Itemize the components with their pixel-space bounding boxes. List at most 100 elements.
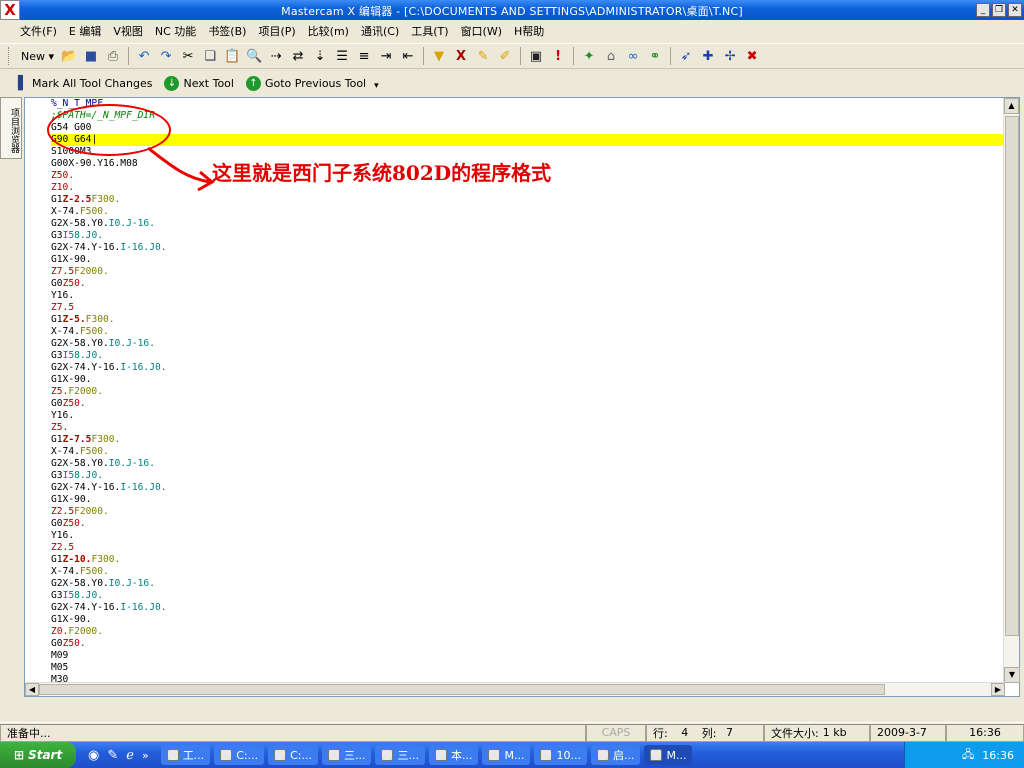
code-line[interactable]: G1Z-10.F300. — [51, 554, 1011, 566]
backplot-icon[interactable]: ✦ — [578, 46, 600, 66]
taskbar-button[interactable]: 10... — [534, 745, 587, 765]
code-line[interactable]: X-74.F500. — [51, 326, 1011, 338]
code-line[interactable]: M09 — [51, 650, 1011, 662]
code-line[interactable]: X-74.F500. — [51, 566, 1011, 578]
close-icon[interactable]: ✕ — [1008, 3, 1022, 17]
menu-project[interactable]: 项目(P) — [252, 23, 301, 39]
code-line[interactable]: G2X-74.Y-16.I-16.J0. — [51, 242, 1011, 254]
new-button[interactable]: New ▾ — [17, 50, 58, 63]
code-line[interactable]: G3I58.J0. — [51, 230, 1011, 242]
code-line[interactable]: X-74.F500. — [51, 446, 1011, 458]
code-line[interactable]: G0Z50. — [51, 398, 1011, 410]
replace-icon[interactable]: ⇄ — [287, 46, 309, 66]
indent-icon[interactable]: ⇥ — [375, 46, 397, 66]
menu-help[interactable]: H帮助 — [508, 23, 550, 39]
ie-icon[interactable]: ℯ — [126, 748, 134, 763]
horizontal-scroll-thumb[interactable] — [39, 684, 885, 695]
code-line[interactable]: G3I58.J0. — [51, 350, 1011, 362]
taskbar-button[interactable]: 启... — [590, 745, 641, 765]
vertical-scrollbar[interactable]: ▲ ▼ — [1003, 98, 1020, 683]
align-left-icon[interactable]: ☰ — [331, 46, 353, 66]
terminal-icon[interactable]: ▣ — [525, 46, 547, 66]
taskbar-button[interactable]: M... — [482, 745, 531, 765]
tool-delete-icon[interactable]: ✖ — [741, 46, 763, 66]
clock[interactable]: 16:36 — [982, 749, 1014, 762]
alert-icon[interactable]: ! — [547, 46, 569, 66]
tool-plus-icon[interactable]: ✚ — [697, 46, 719, 66]
code-line[interactable]: Z2.5F2000. — [51, 506, 1011, 518]
open-icon[interactable]: 📂 — [58, 46, 80, 66]
code-line[interactable]: G3I58.J0. — [51, 590, 1011, 602]
menu-edit[interactable]: E 编辑 — [63, 23, 107, 39]
network-icon[interactable]: 🖧 — [962, 746, 974, 765]
taskbar-button[interactable]: 三... — [321, 745, 372, 765]
find-icon[interactable]: 🔍 — [243, 46, 265, 66]
code-line[interactable]: G2X-58.Y0.I0.J-16. — [51, 578, 1011, 590]
menu-window[interactable]: 窗口(W) — [455, 23, 508, 39]
taskbar-button[interactable]: C:... — [268, 745, 318, 765]
undo-icon[interactable]: ↶ — [133, 46, 155, 66]
code-line[interactable]: Z5. — [51, 422, 1011, 434]
code-line[interactable]: G0Z50. — [51, 278, 1011, 290]
goto-line-icon[interactable]: ⇣ — [309, 46, 331, 66]
align-right-icon[interactable]: ≡ — [353, 46, 375, 66]
scroll-left-icon[interactable]: ◀ — [25, 683, 39, 696]
save-icon[interactable]: ■ — [80, 46, 102, 66]
chain-icon[interactable]: ⚭ — [644, 46, 666, 66]
code-line[interactable]: G3I58.J0. — [51, 470, 1011, 482]
menu-nc-functions[interactable]: NC 功能 — [149, 23, 202, 39]
code-line[interactable]: G0Z50. — [51, 638, 1011, 650]
code-line[interactable]: X-74.F500. — [51, 206, 1011, 218]
menu-compare[interactable]: 比较(m) — [302, 23, 355, 39]
project-browser-tab[interactable]: 项目浏览器 — [0, 97, 22, 159]
vertical-scroll-thumb[interactable] — [1005, 116, 1019, 636]
code-line[interactable]: Z7.5F2000. — [51, 266, 1011, 278]
code-line[interactable]: G2X-74.Y-16.I-16.J0. — [51, 602, 1011, 614]
restore-icon[interactable]: ❐ — [992, 3, 1006, 17]
title-bar[interactable]: X Mastercam X 编辑器 - [C:\DOCUMENTS AND SE… — [0, 0, 1024, 20]
highlight-icon[interactable]: ▼ — [428, 46, 450, 66]
code-line[interactable]: Z5.F2000. — [51, 386, 1011, 398]
scroll-down-icon[interactable]: ▼ — [1004, 667, 1020, 683]
menu-tools[interactable]: 工具(T) — [405, 23, 454, 39]
folder-compare-icon[interactable]: ✐ — [494, 46, 516, 66]
code-line[interactable]: %_N_T_MPF — [51, 98, 1011, 110]
toolbar-overflow-icon[interactable]: ▾ — [374, 81, 379, 91]
next-tool-button[interactable]: ↓ Next Tool — [160, 75, 238, 91]
folder-edit-icon[interactable]: ✎ — [472, 46, 494, 66]
code-line[interactable]: G2X-58.Y0.I0.J-16. — [51, 218, 1011, 230]
scroll-right-icon[interactable]: ▶ — [991, 683, 1005, 696]
find-next-icon[interactable]: ⇢ — [265, 46, 287, 66]
quicklaunch-icon[interactable]: ◉ — [88, 748, 99, 763]
mastercam-icon[interactable]: X — [450, 46, 472, 66]
horizontal-scrollbar[interactable]: ◀ ▶ — [25, 682, 1005, 696]
code-line[interactable]: G1X-90. — [51, 374, 1011, 386]
paste-icon[interactable]: 📋 — [221, 46, 243, 66]
code-line[interactable]: G2X-58.Y0.I0.J-16. — [51, 338, 1011, 350]
code-line[interactable]: G1X-90. — [51, 254, 1011, 266]
minimize-icon[interactable]: _ — [976, 3, 990, 17]
taskbar-button[interactable]: 三... — [375, 745, 425, 765]
code-line[interactable]: Y16. — [51, 290, 1011, 302]
cut-icon[interactable]: ✂ — [177, 46, 199, 66]
toolbar-grip[interactable] — [8, 47, 11, 65]
code-line[interactable]: ;$PATH=/_N_MPF_DIR — [51, 110, 1011, 122]
code-line[interactable]: G54 G00 — [51, 122, 1011, 134]
code-line[interactable]: M05 — [51, 662, 1011, 674]
taskbar-button[interactable]: 工... — [160, 745, 211, 765]
code-line[interactable]: Z0.F2000. — [51, 626, 1011, 638]
menu-bookmarks[interactable]: 书签(B) — [202, 23, 252, 39]
code-line[interactable]: G2X-58.Y0.I0.J-16. — [51, 458, 1011, 470]
code-line[interactable]: G1Z-5.F300. — [51, 314, 1011, 326]
outdent-icon[interactable]: ⇤ — [397, 46, 419, 66]
code-line[interactable]: Z7.5 — [51, 302, 1011, 314]
quicklaunch-icon[interactable]: ✎ — [107, 748, 118, 763]
quicklaunch-more-icon[interactable]: » — [142, 749, 149, 762]
copy-icon[interactable]: ❏ — [199, 46, 221, 66]
code-line[interactable]: Z2.5 — [51, 542, 1011, 554]
taskbar-button[interactable]: M... — [644, 745, 693, 765]
menu-communication[interactable]: 通讯(C) — [355, 23, 405, 39]
code-line[interactable]: Y16. — [51, 530, 1011, 542]
menu-file[interactable]: 文件(F) — [14, 23, 63, 39]
code-line[interactable]: G2X-74.Y-16.I-16.J0. — [51, 482, 1011, 494]
